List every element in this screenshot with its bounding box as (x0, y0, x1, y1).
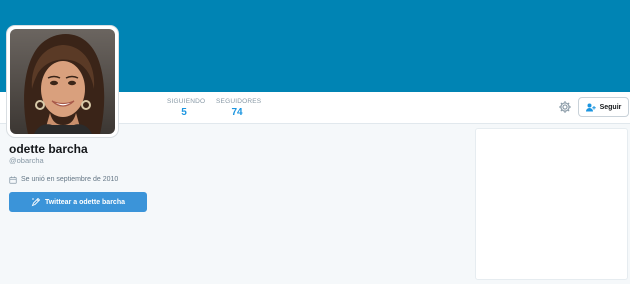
stat-following[interactable]: SIGUIENDO 5 (167, 98, 206, 119)
join-date-text: Se unió en septiembre de 2010 (21, 176, 119, 183)
gear-icon[interactable] (558, 100, 572, 114)
follow-button-label: Seguir (599, 103, 622, 111)
compose-icon (31, 197, 41, 207)
avatar[interactable] (7, 26, 118, 137)
stat-followers-value: 74 (231, 107, 243, 118)
profile-handle: @obarcha (9, 156, 44, 165)
stat-followers-label: SEGUIDORES (216, 98, 262, 105)
profile-name[interactable]: odette barcha (9, 142, 88, 156)
tweet-to-button-label: Twittear a odette barcha (44, 198, 125, 206)
stat-following-label: SIGUIENDO (167, 98, 206, 105)
add-user-icon (585, 103, 596, 112)
tweet-to-button[interactable]: Twittear a odette barcha (9, 192, 147, 212)
follow-button[interactable]: Seguir (578, 97, 629, 117)
stat-followers[interactable]: SEGUIDORES 74 (216, 98, 262, 119)
profile-photo (10, 29, 115, 134)
join-date: Se unió en septiembre de 2010 (9, 175, 118, 185)
stat-following-value: 5 (181, 107, 187, 118)
calendar-icon (9, 176, 17, 184)
side-panel (475, 128, 628, 280)
